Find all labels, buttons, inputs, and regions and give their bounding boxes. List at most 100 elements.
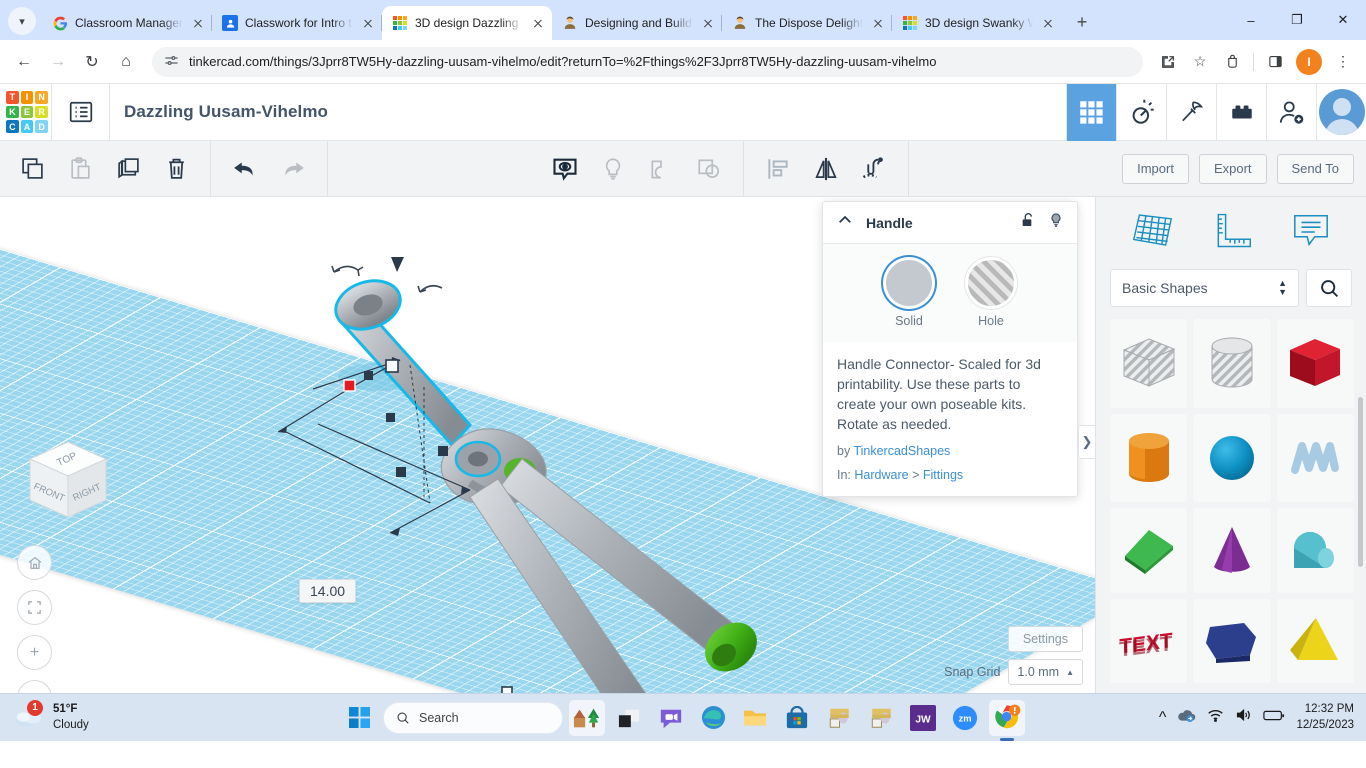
start-button[interactable] [341, 700, 377, 736]
wifi-icon[interactable] [1207, 708, 1224, 727]
maximize-button[interactable]: ❐ [1274, 0, 1320, 40]
home-icon[interactable]: ⌂ [110, 46, 142, 78]
zoom-out-icon[interactable]: − [17, 680, 52, 693]
ruler-icon[interactable] [1211, 211, 1253, 256]
view-cube[interactable]: TOP FRONT RIGHT [22, 437, 114, 529]
shape-collection-select[interactable]: Basic Shapes ▲ ▼ [1110, 269, 1299, 307]
close-icon[interactable] [700, 15, 716, 31]
battery-icon[interactable] [1263, 709, 1285, 727]
shape-polygon-navy[interactable] [1193, 598, 1271, 683]
back-icon[interactable]: ← [8, 46, 40, 78]
circuits-icon[interactable] [1116, 83, 1166, 141]
search-icon[interactable] [1306, 269, 1352, 307]
home-view-icon[interactable] [17, 545, 52, 580]
files-dark-icon[interactable] [611, 700, 647, 736]
volume-icon[interactable] [1235, 708, 1252, 727]
chevron-up-icon[interactable]: ^ [1159, 709, 1167, 727]
shape-scribble-lightblue[interactable] [1276, 413, 1354, 502]
align-button[interactable] [754, 141, 802, 197]
browser-tab-0[interactable]: Classroom Managem [42, 6, 212, 40]
avatar[interactable] [1316, 83, 1366, 141]
shape-cylinder-hole[interactable] [1193, 319, 1271, 408]
bookmark-star-icon[interactable]: ☆ [1185, 47, 1215, 77]
shape-box-red[interactable] [1276, 319, 1354, 408]
weather-widget[interactable]: 1 51°F Cloudy [0, 699, 89, 732]
light-button[interactable] [589, 141, 637, 197]
shape-roof-green[interactable] [1110, 508, 1188, 593]
christmas-app-icon[interactable] [569, 699, 605, 736]
library-app-icon[interactable] [821, 700, 857, 736]
panel-collapse-tab[interactable]: ❯ [1078, 425, 1095, 459]
chat-icon[interactable] [653, 700, 689, 736]
add-person-icon[interactable] [1266, 83, 1316, 141]
reload-icon[interactable]: ↻ [76, 46, 108, 78]
close-icon[interactable] [1040, 15, 1056, 31]
minecraft-pickaxe-icon[interactable] [1166, 83, 1216, 141]
undo-button[interactable] [221, 141, 269, 197]
site-settings-icon[interactable] [164, 53, 179, 71]
shape-pyramid-yellow[interactable] [1276, 598, 1354, 683]
dimension-label-width[interactable]: 14.00 [299, 579, 357, 603]
shape-halfcylinder-teal[interactable] [1276, 508, 1354, 593]
subcategory-link[interactable]: Fittings [923, 468, 963, 482]
paste-button[interactable] [56, 141, 104, 197]
chrome-icon[interactable] [989, 699, 1025, 736]
tab-search-button[interactable]: ▾ [8, 7, 36, 35]
chevron-up-icon[interactable] [836, 211, 854, 234]
shape-cone-purple[interactable] [1193, 508, 1271, 593]
workplane-icon[interactable] [1130, 211, 1175, 256]
lightbulb-icon[interactable] [1048, 211, 1064, 234]
clock[interactable]: 12:32 PM 12/25/2023 [1296, 702, 1354, 732]
zoom-in-icon[interactable]: + [17, 635, 52, 670]
shapes-scrollbar[interactable] [1358, 397, 1363, 567]
show-hide-button[interactable] [541, 141, 589, 197]
search-input[interactable]: Search [383, 701, 563, 734]
hole-option[interactable]: Hole [968, 260, 1014, 328]
redo-button[interactable] [269, 141, 317, 197]
unlock-icon[interactable] [1020, 211, 1036, 234]
extensions-icon[interactable] [1217, 47, 1247, 77]
author-link[interactable]: TinkercadShapes [853, 444, 950, 458]
install-app-icon[interactable] [1153, 47, 1183, 77]
solid-option[interactable]: Solid [886, 260, 932, 328]
browser-tab-1[interactable]: Classwork for Intro to [212, 6, 382, 40]
minimize-button[interactable]: – [1228, 0, 1274, 40]
edge-icon[interactable] [695, 700, 731, 736]
duplicate-button[interactable] [104, 141, 152, 197]
forward-icon[interactable]: → [42, 46, 74, 78]
export-button[interactable]: Export [1198, 153, 1267, 184]
address-bar[interactable]: tinkercad.com/things/3Jprr8TW5Hy-dazzlin… [152, 46, 1143, 77]
settings-button[interactable]: Settings [1007, 626, 1083, 652]
shape-text-red[interactable]: TEXT TEXT [1110, 598, 1188, 683]
zoom-icon[interactable]: zm [947, 700, 983, 736]
close-icon[interactable] [190, 15, 206, 31]
new-tab-button[interactable]: + [1068, 8, 1096, 36]
3d-design-grid-icon[interactable] [1066, 83, 1116, 141]
browser-tab-5[interactable]: 3D design Swanky W [892, 6, 1062, 40]
delete-button[interactable] [152, 141, 200, 197]
group-button[interactable] [637, 141, 685, 197]
ungroup-button[interactable] [685, 141, 733, 197]
send-to-button[interactable]: Send To [1276, 153, 1354, 184]
shape-box-hole[interactable] [1110, 319, 1188, 408]
close-icon[interactable] [530, 15, 546, 31]
mirror-button[interactable] [802, 141, 850, 197]
snap-grid-select[interactable]: 1.0 mm ▲ [1008, 659, 1083, 685]
fit-to-view-icon[interactable] [17, 590, 52, 625]
browser-tab-4[interactable]: The Dispose Delight [722, 6, 892, 40]
3d-canvas[interactable]: Tinkercad [0, 197, 1095, 693]
tinkercad-logo-icon[interactable]: T I N K E R C A D [3, 88, 51, 136]
close-icon[interactable] [870, 15, 886, 31]
copy-button[interactable] [8, 141, 56, 197]
onedrive-icon[interactable] [1177, 708, 1196, 728]
import-button[interactable]: Import [1122, 153, 1189, 184]
browser-menu-icon[interactable]: ⋮ [1328, 47, 1358, 77]
side-panel-icon[interactable] [1260, 47, 1290, 77]
lego-brick-icon[interactable] [1216, 83, 1266, 141]
jw-icon[interactable]: JW [905, 700, 941, 736]
project-menu-button[interactable] [52, 84, 109, 141]
browser-tab-2[interactable]: 3D design Dazzling U [382, 6, 552, 40]
library-app2-icon[interactable] [863, 700, 899, 736]
category-link[interactable]: Hardware [854, 468, 908, 482]
profile-avatar[interactable]: I [1296, 48, 1322, 75]
